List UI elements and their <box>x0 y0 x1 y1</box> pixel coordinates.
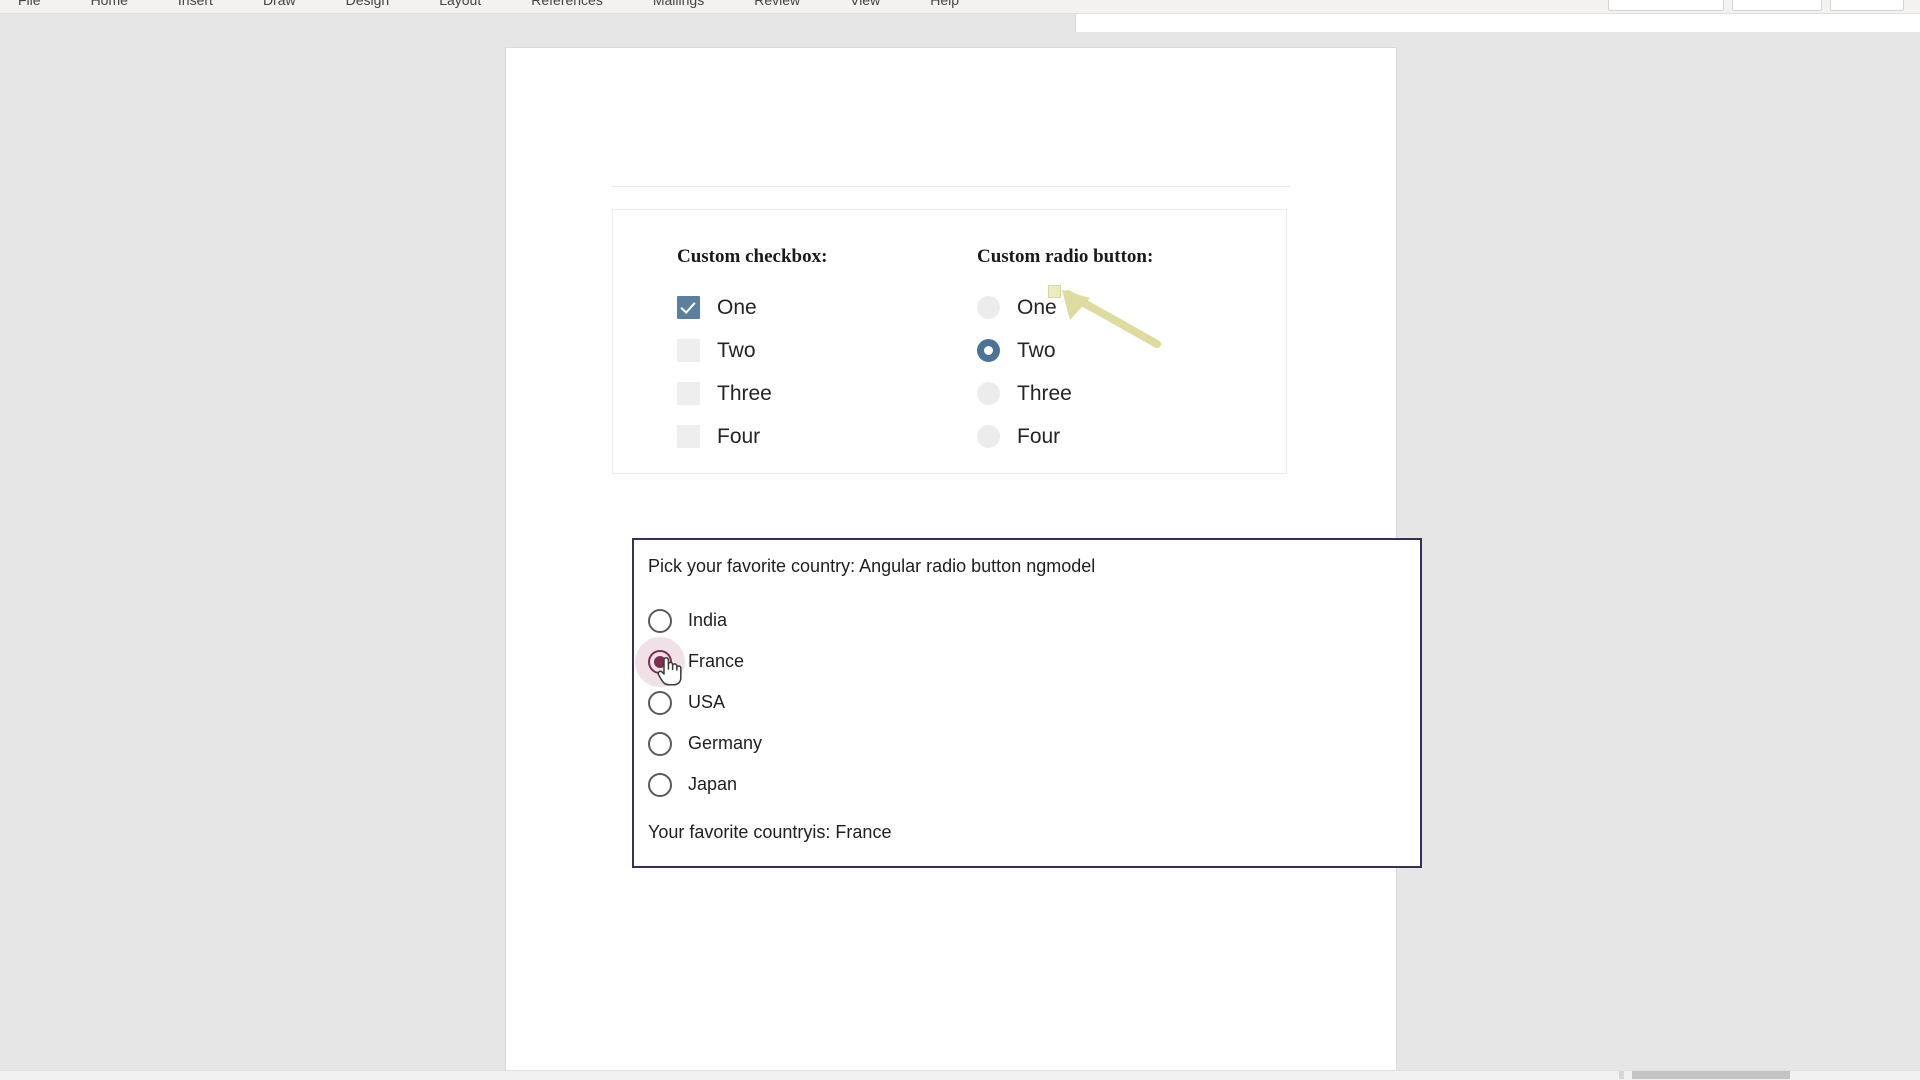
checkbox-three-box[interactable] <box>677 382 700 405</box>
horizontal-rule <box>612 186 1290 187</box>
radio-row-one[interactable]: One <box>977 286 1153 329</box>
radio-three-label: Three <box>1017 381 1072 405</box>
ribbon-tab-draw[interactable]: Draw <box>259 0 300 8</box>
ribbon-tab-view[interactable]: View <box>846 0 884 8</box>
country-label-france: France <box>688 651 745 671</box>
radio-two-label: Two <box>1017 338 1056 362</box>
horizontal-scrollbar-thumb[interactable] <box>1632 1071 1790 1079</box>
custom-controls-card: Custom checkbox: One Two Three Four Cust… <box>612 209 1287 474</box>
ribbon-tab-insert[interactable]: Insert <box>174 0 217 8</box>
checkbox-four-box[interactable] <box>677 425 700 448</box>
custom-radio-title: Custom radio button: <box>977 246 1154 267</box>
ribbon-tab-layout[interactable]: Layout <box>435 0 485 8</box>
country-label-usa: USA <box>688 692 726 712</box>
radio-usa[interactable] <box>648 690 672 715</box>
scrollbar-tick <box>1619 1071 1624 1079</box>
radio-one-circle[interactable] <box>977 296 1000 319</box>
country-row-germany[interactable]: Germany <box>648 723 762 764</box>
radio-four-circle[interactable] <box>977 425 1000 448</box>
ribbon-tab-file[interactable]: File <box>14 0 45 8</box>
ribbon-tab-strip: File Home Insert Draw Design Layout Refe… <box>0 0 963 14</box>
checkbox-two-label: Two <box>717 338 756 362</box>
checkbox-two-box[interactable] <box>677 339 700 362</box>
country-label-japan: Japan <box>688 774 738 794</box>
ribbon-control-2[interactable] <box>1732 0 1822 11</box>
country-row-france[interactable]: France <box>635 636 762 687</box>
custom-radio-group: Custom radio button: One Two Three Four <box>977 246 1153 458</box>
radio-row-four[interactable]: Four <box>977 415 1153 458</box>
ribbon-tab-design[interactable]: Design <box>342 0 394 8</box>
ribbon-right-controls <box>1608 0 1904 14</box>
ribbon-tab-help[interactable]: Help <box>926 0 963 8</box>
custom-checkbox-group: Custom checkbox: One Two Three Four <box>677 246 827 458</box>
checkbox-row-two[interactable]: Two <box>677 329 827 372</box>
selected-country-output: Your favorite countryis: France <box>648 822 892 842</box>
annotation-resize-handle[interactable] <box>1048 285 1061 298</box>
radio-four-label: Four <box>1017 424 1061 448</box>
checkbox-four-label: Four <box>717 424 761 448</box>
checkbox-one-box[interactable] <box>677 296 700 319</box>
country-radio-panel: Pick your favorite country: Angular radi… <box>632 538 1422 868</box>
country-label-india: India <box>688 610 728 630</box>
checkbox-row-three[interactable]: Three <box>677 372 827 415</box>
radio-india[interactable] <box>648 608 672 633</box>
checkbox-row-four[interactable]: Four <box>677 415 827 458</box>
custom-checkbox-title: Custom checkbox: <box>677 246 828 267</box>
screen-root: File Home Insert Draw Design Layout Refe… <box>0 0 1920 1080</box>
ribbon-control-3[interactable] <box>1830 0 1904 11</box>
radio-two-circle[interactable] <box>977 339 1000 362</box>
ribbon-tab-review[interactable]: Review <box>750 0 804 8</box>
country-row-usa[interactable]: USA <box>648 682 762 723</box>
country-label-germany: Germany <box>688 733 763 753</box>
ribbon-tab-home[interactable]: Home <box>87 0 132 8</box>
workspace-divider <box>1075 14 1076 32</box>
country-radio-list: India France USA Germany Japan <box>635 600 762 805</box>
checkbox-one-label: One <box>717 295 757 319</box>
radio-three-circle[interactable] <box>977 382 1000 405</box>
country-row-india[interactable]: India <box>648 600 762 641</box>
radio-germany[interactable] <box>648 731 672 756</box>
ribbon-tab-references[interactable]: References <box>527 0 607 8</box>
radio-one-label: One <box>1017 295 1057 319</box>
workspace-strip-left <box>0 14 1075 32</box>
word-ribbon: File Home Insert Draw Design Layout Refe… <box>0 0 1920 14</box>
ribbon-control-1[interactable] <box>1608 0 1724 11</box>
horizontal-scrollbar-track[interactable] <box>0 1070 1920 1080</box>
checkbox-row-one[interactable]: One <box>677 286 827 329</box>
radio-row-two[interactable]: Two <box>977 329 1153 372</box>
country-panel-title: Pick your favorite country: Angular radi… <box>648 556 1096 576</box>
radio-france[interactable] <box>648 649 672 674</box>
country-row-japan[interactable]: Japan <box>648 764 762 805</box>
radio-row-three[interactable]: Three <box>977 372 1153 415</box>
workspace-strip-right <box>1075 14 1920 32</box>
radio-japan[interactable] <box>648 772 672 797</box>
checkbox-three-label: Three <box>717 381 772 405</box>
ribbon-tab-mailings[interactable]: Mailings <box>649 0 708 8</box>
